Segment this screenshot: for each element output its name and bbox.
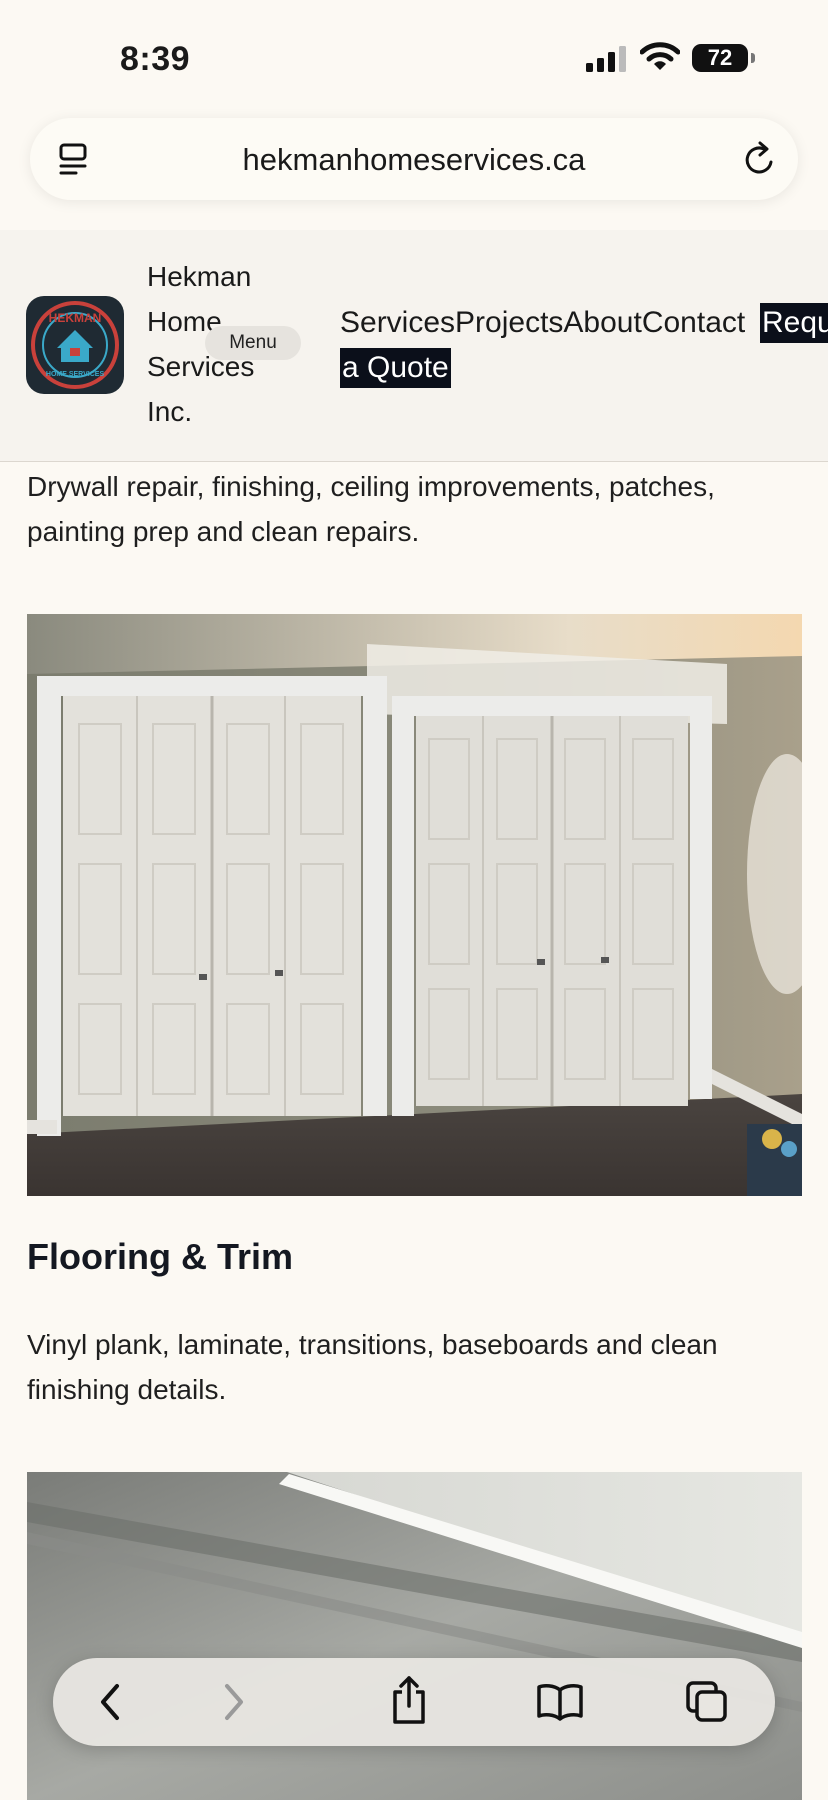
status-bar: 8:39 72 [0,0,828,110]
battery-cap [751,53,755,63]
back-icon[interactable] [93,1680,129,1724]
forward-icon[interactable] [215,1680,251,1724]
nav-services[interactable]: Services [340,306,455,339]
site-header: HEKMAN HOME SERVICES Hekman Home Service… [0,230,828,462]
share-icon[interactable] [389,1674,429,1726]
flooring-title: Flooring & Trim [27,1236,293,1277]
browser-toolbar [53,1658,775,1746]
reload-icon[interactable] [742,140,778,178]
request-quote-link-continued[interactable]: a Quote [340,348,451,388]
wifi-icon [640,42,680,70]
status-time: 8:39 [120,40,191,78]
closet-doors-photo [27,614,802,1196]
cellular-signal-icon [586,46,626,72]
battery-indicator: 72 [692,44,748,72]
logo-emblem: HEKMAN HOME SERVICES [31,301,119,389]
flooring-description: Vinyl plank, laminate, transitions, base… [27,1329,718,1405]
svg-text:HOME SERVICES: HOME SERVICES [46,371,105,378]
nav-contact[interactable]: Contact [642,306,745,339]
url-text[interactable]: hekmanhomeservices.ca [30,142,798,178]
address-bar[interactable]: hekmanhomeservices.ca [30,118,798,200]
ceiling-trim-photo [27,1472,802,1800]
svg-text:HEKMAN: HEKMAN [49,311,102,325]
tabs-icon[interactable] [685,1680,729,1724]
bookmarks-icon[interactable] [536,1682,584,1722]
nav-projects[interactable]: Projects [455,306,563,339]
drywall-description: Drywall repair, finishing, ceiling impro… [27,471,715,547]
menu-button[interactable]: Menu [205,326,301,360]
nav-about[interactable]: About [563,306,641,339]
request-quote-link[interactable]: Requ [760,303,828,343]
hekman-logo[interactable]: HEKMAN HOME SERVICES [26,296,124,394]
brand-line: Inc. [147,396,193,427]
brand-line: Hekman [147,261,252,292]
main-nav: ServicesProjectsAboutContact [340,300,745,345]
